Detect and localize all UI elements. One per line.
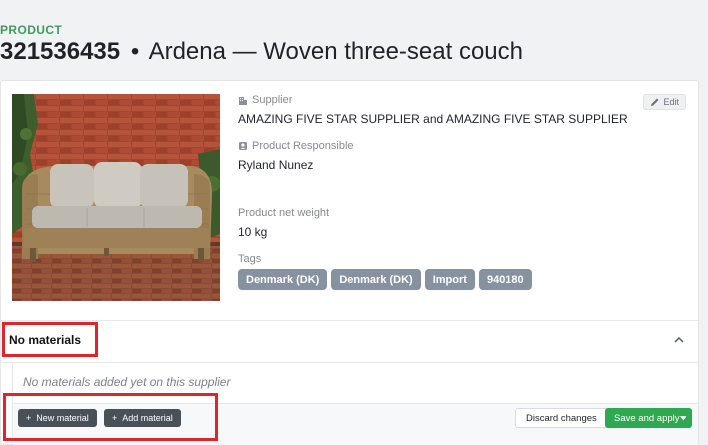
discard-changes-button[interactable]: Discard changes bbox=[515, 408, 608, 428]
product-card: Edit Supplier AMAZING FIVE STAR SUPPLIER… bbox=[0, 80, 699, 445]
supplier-value: AMAZING FIVE STAR SUPPLIER and AMAZING F… bbox=[238, 112, 628, 126]
materials-empty-message: No materials added yet on this supplier bbox=[23, 375, 231, 389]
page-title: 321536435 • Ardena — Woven three-seat co… bbox=[0, 38, 523, 66]
product-eyebrow: PRODUCT bbox=[0, 23, 63, 37]
building-icon bbox=[239, 97, 247, 105]
caret-down-icon[interactable] bbox=[679, 415, 687, 421]
plus-icon: + bbox=[112, 413, 118, 423]
save-label: Save and apply bbox=[614, 412, 680, 424]
chevron-up-icon[interactable] bbox=[672, 333, 686, 347]
add-material-button[interactable]: + Add material bbox=[104, 409, 181, 427]
new-material-button[interactable]: + New material bbox=[18, 409, 97, 427]
plus-icon: + bbox=[26, 413, 32, 423]
new-material-label: New material bbox=[36, 413, 89, 423]
pencil-icon bbox=[651, 98, 659, 106]
tags-label: Tags bbox=[238, 253, 262, 265]
add-material-label: Add material bbox=[122, 413, 173, 423]
product-id: 321536435 bbox=[0, 38, 121, 65]
tag-chip[interactable]: 940180 bbox=[478, 269, 532, 290]
edit-button[interactable]: Edit bbox=[643, 94, 686, 110]
responsible-label-row: Product Responsible bbox=[238, 140, 354, 152]
responsible-label: Product Responsible bbox=[252, 140, 354, 152]
tag-chip[interactable]: Import bbox=[424, 269, 475, 290]
tag-list: Denmark (DK) Denmark (DK) Import 940180 bbox=[238, 269, 532, 290]
materials-section-title: No materials bbox=[9, 333, 82, 347]
supplier-label-row: Supplier bbox=[238, 94, 292, 106]
weight-label: Product net weight bbox=[238, 207, 330, 219]
responsible-value: Ryland Nunez bbox=[238, 158, 314, 172]
supplier-label: Supplier bbox=[252, 94, 293, 106]
discard-label: Discard changes bbox=[526, 412, 597, 424]
title-separator: • bbox=[130, 38, 140, 65]
edit-label: Edit bbox=[663, 97, 679, 107]
save-and-apply-button[interactable]: Save and apply bbox=[605, 408, 692, 428]
section-divider bbox=[1, 320, 698, 321]
tag-chip[interactable]: Denmark (DK) bbox=[238, 269, 328, 290]
footer-divider bbox=[12, 403, 698, 404]
tag-chip[interactable]: Denmark (DK) bbox=[331, 269, 421, 290]
person-badge-icon bbox=[239, 142, 247, 150]
product-name: Ardena — Woven three-seat couch bbox=[148, 38, 523, 65]
weight-value: 10 kg bbox=[238, 225, 268, 239]
product-image bbox=[12, 94, 220, 301]
